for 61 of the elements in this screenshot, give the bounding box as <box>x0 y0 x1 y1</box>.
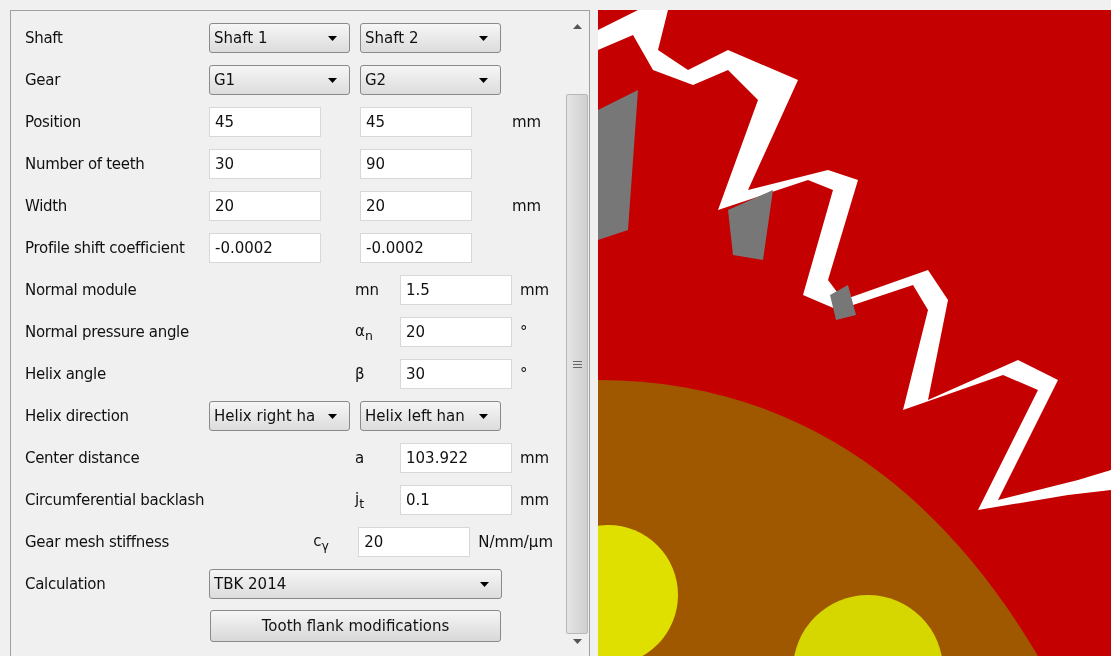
input-field[interactable]: 30 <box>209 149 321 179</box>
input-field[interactable]: 20 <box>358 527 471 557</box>
field-label: Number of teeth <box>25 155 146 173</box>
unit-label: mm <box>520 281 551 299</box>
symbol-label: β <box>355 365 366 383</box>
field-label: Gear mesh stiffness <box>25 533 170 551</box>
grip-icon <box>572 360 582 368</box>
symbol-label: c$_{γ}$ <box>313 531 330 553</box>
field-label: Width <box>25 197 69 215</box>
input-field[interactable]: 90 <box>360 149 472 179</box>
field-label: Helix angle <box>25 365 107 383</box>
dropdown[interactable]: G1 <box>209 65 350 95</box>
caret-icon <box>328 413 337 419</box>
input-field[interactable]: 30 <box>400 359 512 389</box>
caret-icon <box>328 77 337 83</box>
input-field[interactable]: 20 <box>400 317 512 347</box>
dropdown[interactable]: Shaft 2 <box>360 23 501 53</box>
field-label: Gear <box>25 71 62 89</box>
dropdown[interactable]: Helix right ha <box>209 401 350 431</box>
tooth-flank-button[interactable]: Tooth flank modifications <box>210 610 501 642</box>
symbol-label: a <box>355 449 366 467</box>
field-label: Circumferential backlash <box>25 491 206 509</box>
input-field[interactable]: 103.922 <box>400 443 512 473</box>
dropdown[interactable]: G2 <box>360 65 501 95</box>
unit-label: ° <box>520 365 529 383</box>
input-field[interactable]: 1.5 <box>400 275 512 305</box>
field-label: Calculation <box>25 575 107 593</box>
input-field[interactable]: 0.1 <box>400 485 512 515</box>
unit-label: mm <box>520 491 551 509</box>
input-field[interactable]: 20 <box>360 191 472 221</box>
unit-label: mm <box>512 197 542 215</box>
symbol-label: j$_{t}$ <box>355 489 366 511</box>
field-label: Position <box>25 113 82 131</box>
input-field[interactable]: 45 <box>360 107 472 137</box>
field-label: Normal module <box>25 281 138 299</box>
input-field[interactable]: 45 <box>209 107 321 137</box>
unit-label: N/mm/µm <box>478 533 553 551</box>
unit-label: ° <box>520 323 529 341</box>
field-label: Center distance <box>25 449 141 467</box>
dropdown[interactable]: TBK 2014 <box>209 569 502 599</box>
field-label: Shaft <box>25 29 64 47</box>
input-field[interactable]: 20 <box>209 191 321 221</box>
scroll-up-icon[interactable] <box>572 24 582 29</box>
unit-label: mm <box>520 449 551 467</box>
symbol-label: mn <box>355 281 381 299</box>
caret-icon <box>479 77 488 83</box>
field-label: Profile shift coefficient <box>25 239 186 257</box>
dropdown[interactable]: Shaft 1 <box>209 23 350 53</box>
input-field[interactable]: -0.0002 <box>209 233 321 263</box>
unit-label: mm <box>512 113 542 131</box>
field-label: Helix direction <box>25 407 130 425</box>
caret-icon <box>328 35 337 41</box>
input-field[interactable]: -0.0002 <box>360 233 472 263</box>
dropdown[interactable]: Helix left han <box>360 401 501 431</box>
caret-icon <box>479 413 488 419</box>
scroll-down-icon[interactable] <box>572 639 582 644</box>
symbol-label: α$_{n}$ <box>355 321 374 343</box>
caret-icon <box>479 35 488 41</box>
caret-icon <box>480 581 489 587</box>
field-label: Normal pressure angle <box>25 323 190 341</box>
scrollbar-thumb[interactable] <box>566 94 588 634</box>
